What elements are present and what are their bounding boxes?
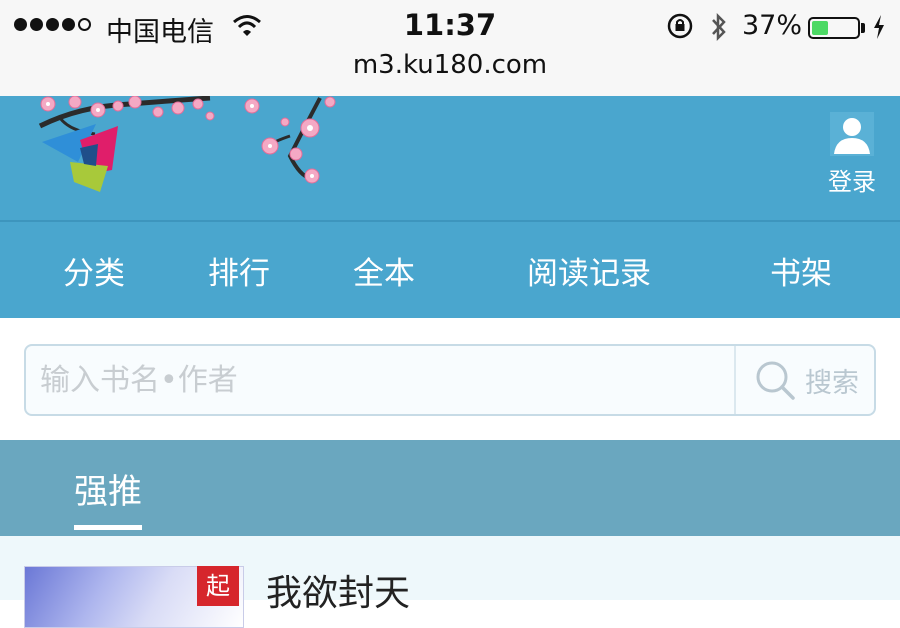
user-avatar-icon [830, 112, 874, 156]
section-tabs: 强推 [0, 440, 900, 536]
nav-item-reading-history[interactable]: 阅读记录 [527, 248, 651, 293]
book-title[interactable]: 我欲封天 [266, 564, 410, 616]
login-label: 登录 [828, 168, 876, 196]
main-nav: 分类 排行 全本 阅读记录 书架 [0, 222, 900, 318]
battery-cap [861, 23, 865, 33]
nav-item-bookshelf[interactable]: 书架 [770, 248, 832, 293]
battery-icon [808, 17, 860, 39]
address-bar-url[interactable]: m3.ku180.com [0, 50, 900, 80]
login-button[interactable]: 登录 [822, 112, 882, 197]
site-header: 登录 [0, 96, 900, 222]
search-button[interactable]: 搜索 [734, 346, 876, 414]
nav-item-ranking[interactable]: 排行 [208, 248, 270, 293]
tab-recommended[interactable]: 强推 [74, 464, 142, 530]
charging-bolt-icon [872, 14, 886, 44]
site-logo[interactable] [0, 96, 360, 220]
search-area: 搜索 [0, 318, 900, 440]
battery-percent: 37% [742, 10, 803, 41]
nav-item-complete[interactable]: 全本 [353, 248, 415, 293]
cover-badge: 起 [197, 566, 239, 606]
search-button-label: 搜索 [805, 367, 859, 399]
search-box: 搜索 [24, 344, 876, 416]
nav-item-categories[interactable]: 分类 [63, 248, 125, 293]
search-icon [756, 361, 795, 400]
rotation-lock-icon [667, 13, 693, 43]
search-input[interactable] [26, 346, 732, 414]
book-list: 起 我欲封天 [0, 536, 900, 628]
status-bar: 中国电信 11:37 37% m3.ku180.com [0, 0, 900, 97]
bluetooth-icon [709, 12, 729, 46]
